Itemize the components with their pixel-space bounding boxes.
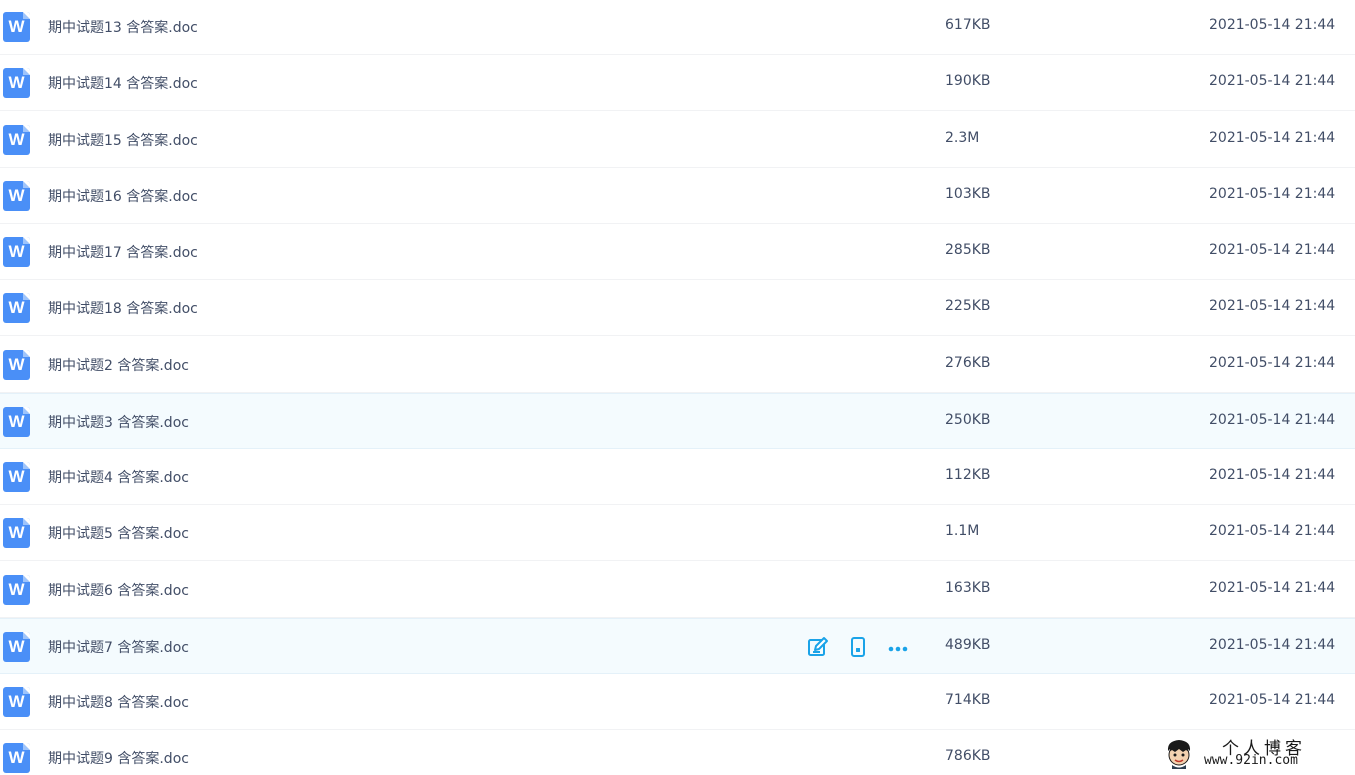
file-modified-date: 2021-05-14 21:44 [1209, 73, 1336, 90]
send-to-phone-button[interactable] [846, 635, 870, 659]
file-name-link[interactable]: 期中试题3 含答案.doc [48, 412, 189, 432]
file-modified-date: 2021-05-14 21:44 [1209, 523, 1336, 540]
file-row[interactable]: W 期中试题13 含答案.doc 617KB 2021-05-14 21:44 [0, 0, 1355, 55]
file-name-link[interactable]: 期中试题2 含答案.doc [48, 355, 189, 375]
file-row[interactable]: W 期中试题7 含答案.doc 489KB 2021-05-14 21:44 [0, 617, 1355, 675]
file-size: 617KB [945, 17, 991, 33]
file-row[interactable]: W 期中试题14 含答案.doc 190KB 2021-05-14 21:44 [0, 55, 1355, 112]
more-options-button[interactable] [886, 635, 910, 659]
watermark-url: www.92in.com [1204, 753, 1298, 768]
more-options-icon [888, 646, 908, 652]
file-row[interactable]: W 期中试题6 含答案.doc 163KB 2021-05-14 21:44 [0, 561, 1355, 618]
file-name-link[interactable]: 期中试题13 含答案.doc [48, 17, 198, 37]
file-modified-date: 2021-05-14 21:44 [1209, 354, 1336, 371]
edit-button[interactable] [805, 635, 829, 659]
word-doc-icon: W [3, 12, 30, 42]
word-doc-icon: W [3, 124, 30, 155]
file-name-link[interactable]: 期中试题6 含答案.doc [48, 580, 189, 600]
file-size: 786KB [945, 748, 991, 765]
file-size: 1.1M [945, 523, 980, 540]
file-row[interactable]: W 期中试题3 含答案.doc 250KB 2021-05-14 21:44 [0, 392, 1355, 449]
file-name-link[interactable]: 期中试题7 含答案.doc [48, 637, 189, 657]
file-modified-date: 2021-05-14 21:44 [1209, 411, 1336, 428]
word-doc-icon: W [3, 293, 30, 324]
file-modified-date: 2021-05-14 21:44 [1209, 242, 1336, 258]
file-row[interactable]: W 期中试题8 含答案.doc 714KB 2021-05-14 21:44 [0, 674, 1355, 730]
file-row[interactable]: W 期中试题17 含答案.doc 285KB 2021-05-14 21:44 [0, 224, 1355, 280]
file-size: 112KB [945, 467, 991, 483]
file-size: 489KB [945, 636, 991, 653]
file-modified-date: 2021-05-14 21:44 [1209, 636, 1336, 653]
cartoon-avatar-icon [1167, 740, 1191, 769]
file-size: 714KB [945, 692, 991, 708]
file-size: 285KB [945, 242, 991, 258]
word-doc-icon: W [3, 518, 30, 549]
file-row[interactable]: W 期中试题16 含答案.doc 103KB 2021-05-14 21:44 [0, 167, 1355, 224]
word-doc-icon: W [3, 462, 30, 492]
file-name-link[interactable]: 期中试题17 含答案.doc [48, 242, 198, 262]
file-name-link[interactable]: 期中试题18 含答案.doc [48, 298, 198, 318]
file-size: 2.3M [945, 129, 980, 146]
file-size: 103KB [945, 185, 991, 202]
file-row[interactable]: W 期中试题5 含答案.doc 1.1M 2021-05-14 21:44 [0, 505, 1355, 562]
word-doc-icon: W [3, 574, 30, 605]
word-doc-icon: W [3, 631, 30, 662]
file-size: 225KB [945, 298, 991, 315]
file-modified-date: 2021-05-14 21:44 [1209, 17, 1336, 33]
word-doc-icon: W [3, 743, 30, 774]
file-modified-date: 2021-05-14 21:44 [1209, 129, 1336, 146]
file-name-link[interactable]: 期中试题4 含答案.doc [48, 467, 189, 487]
file-size: 276KB [945, 354, 991, 371]
word-doc-icon: W [3, 349, 30, 380]
file-modified-date: 2021-05-14 21:44 [1209, 467, 1336, 483]
word-doc-icon: W [3, 406, 30, 437]
file-name-link[interactable]: 期中试题5 含答案.doc [48, 523, 189, 543]
file-name-link[interactable]: 期中试题9 含答案.doc [48, 748, 189, 768]
file-modified-date: 2021-05-14 21:44 [1209, 298, 1336, 315]
word-doc-icon: W [3, 237, 30, 267]
edit-icon [808, 636, 828, 656]
file-name-link[interactable]: 期中试题16 含答案.doc [48, 186, 198, 206]
word-doc-icon: W [3, 687, 30, 717]
watermark: 个人博客 www.92in.com [1160, 733, 1350, 773]
file-row[interactable]: W 期中试题9 含答案.doc 786KB [0, 730, 1355, 775]
mobile-phone-icon [851, 636, 865, 657]
file-name-link[interactable]: 期中试题15 含答案.doc [48, 130, 198, 150]
file-name-link[interactable]: 期中试题14 含答案.doc [48, 73, 198, 93]
file-modified-date: 2021-05-14 21:44 [1209, 692, 1336, 708]
file-row[interactable]: W 期中试题2 含答案.doc 276KB 2021-05-14 21:44 [0, 336, 1355, 393]
file-row[interactable]: W 期中试题15 含答案.doc 2.3M 2021-05-14 21:44 [0, 111, 1355, 168]
file-row[interactable]: W 期中试题18 含答案.doc 225KB 2021-05-14 21:44 [0, 280, 1355, 337]
file-row[interactable]: W 期中试题4 含答案.doc 112KB 2021-05-14 21:44 [0, 449, 1355, 505]
word-doc-icon: W [3, 68, 30, 99]
file-size: 190KB [945, 73, 991, 90]
file-name-link[interactable]: 期中试题8 含答案.doc [48, 692, 189, 712]
file-modified-date: 2021-05-14 21:44 [1209, 185, 1336, 202]
file-size: 163KB [945, 579, 991, 596]
row-actions [805, 619, 915, 675]
file-list: W 期中试题13 含答案.doc 617KB 2021-05-14 21:44 W 期中试… [0, 0, 1355, 775]
file-size: 250KB [945, 411, 991, 428]
word-doc-icon: W [3, 180, 30, 211]
file-modified-date: 2021-05-14 21:44 [1209, 579, 1336, 596]
